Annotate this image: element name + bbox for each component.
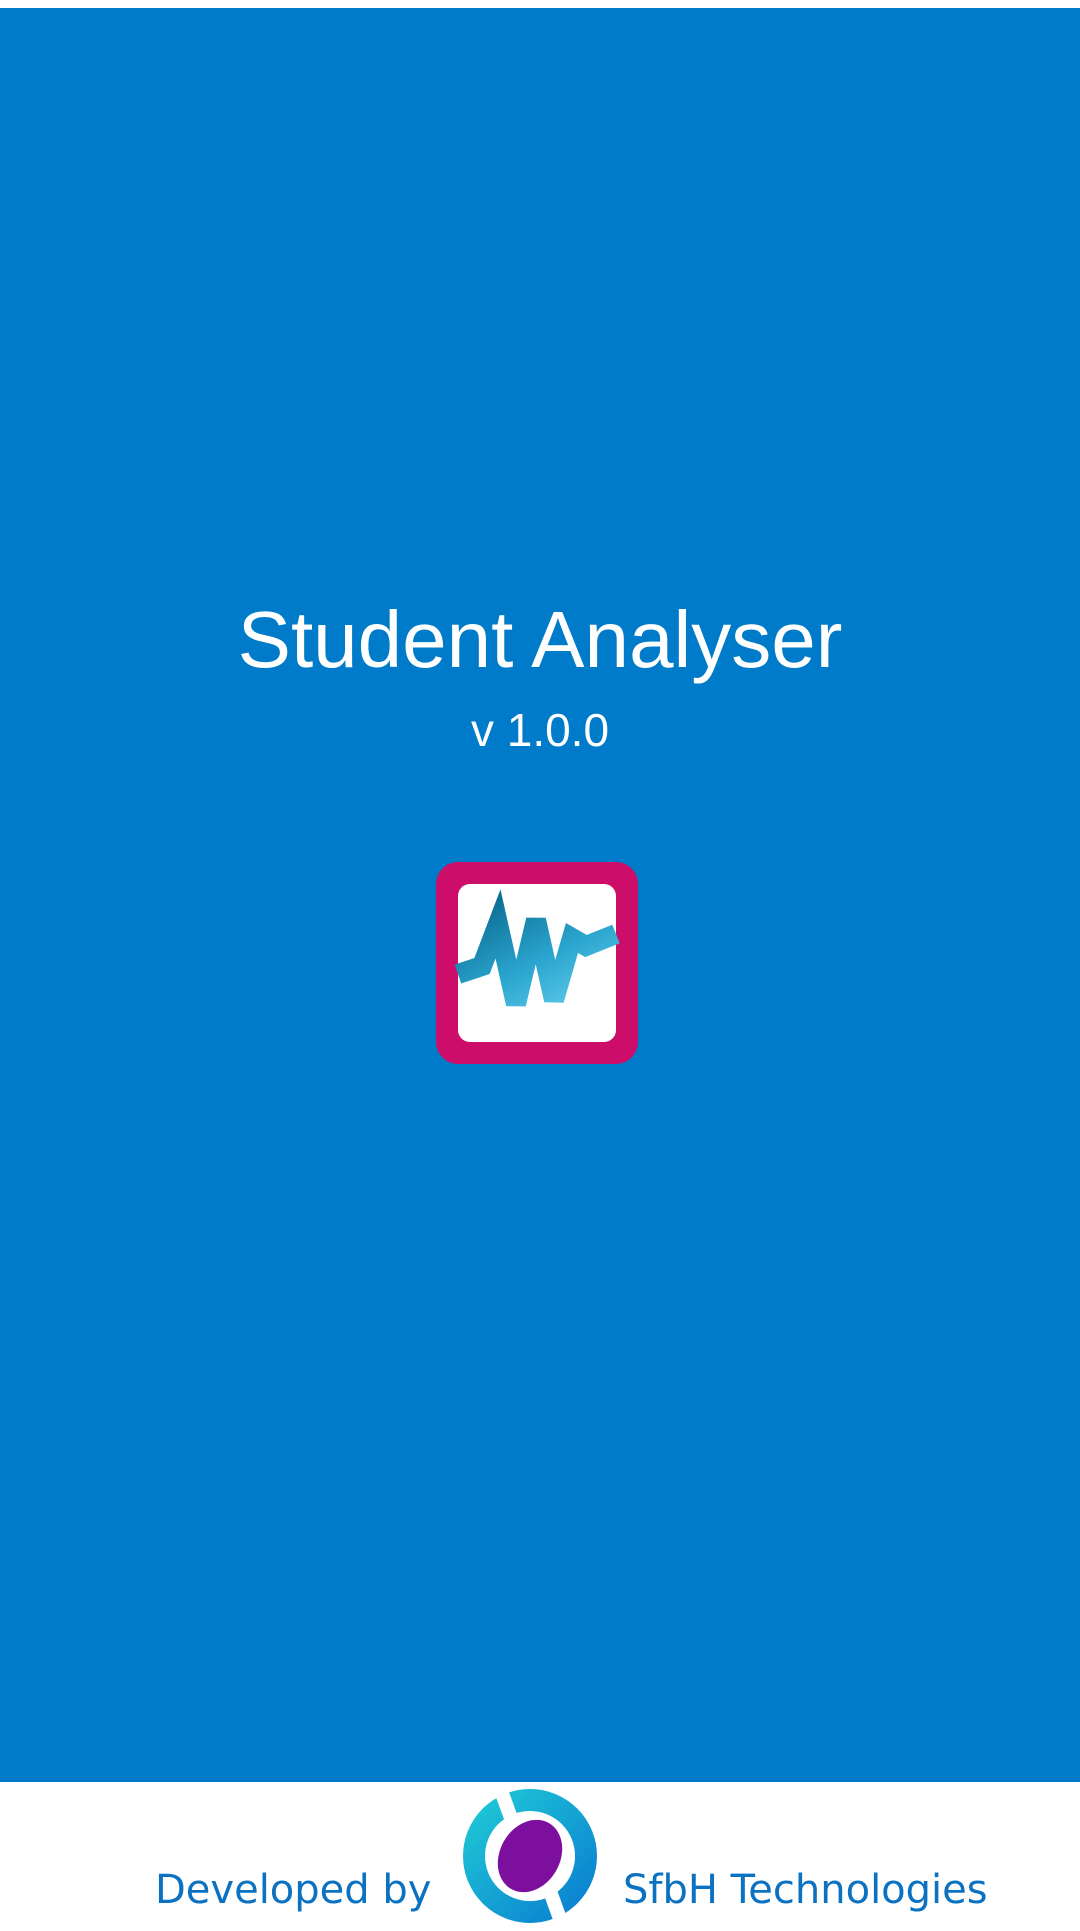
waveform-chart-icon [436,862,638,1064]
app-version: v 1.0.0 [470,704,610,756]
status-bar [0,0,1080,8]
sfbh-ring-logo-icon [460,1786,600,1926]
company-name: SfbH Technologies [623,1867,988,1913]
app-title: Student Analyser [237,595,843,684]
developed-by-label: Developed by [155,1867,432,1913]
